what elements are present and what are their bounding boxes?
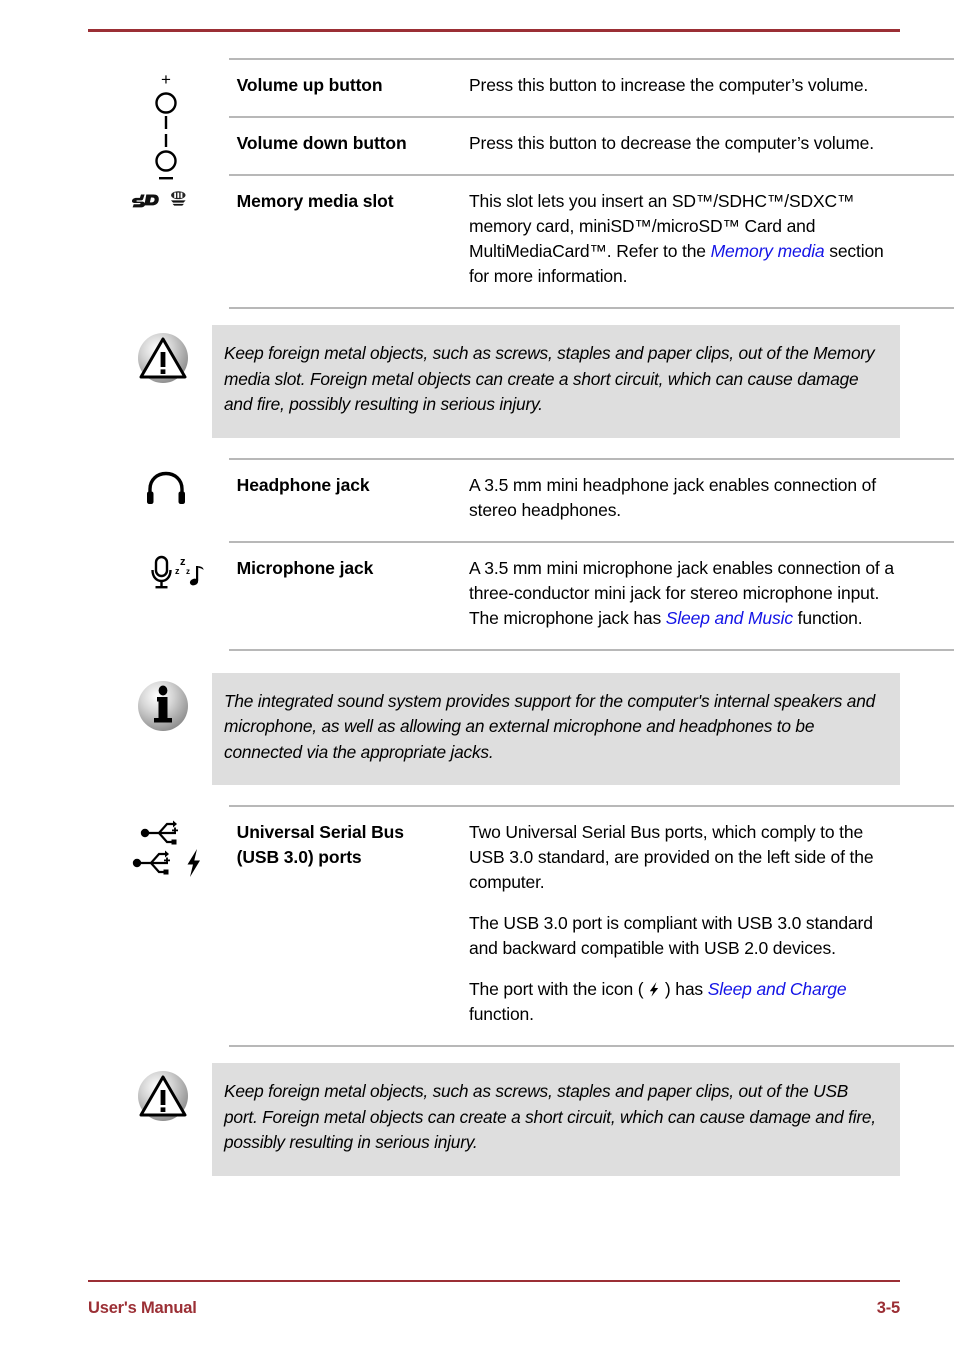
- desc-usb-p3-mid: ) has: [660, 979, 708, 999]
- warning-triangle-icon: [138, 1071, 188, 1121]
- term-volume-down: Volume down button: [236, 133, 407, 153]
- desc-memory-media-text: This slot lets you insert an SD™/SDHC™/S…: [469, 189, 897, 289]
- note-icon-col-3: [0, 1063, 212, 1123]
- desc-usb-p3-before: The port with the icon (: [469, 979, 649, 999]
- table-row-usb-ports: Universal Serial Bus (USB 3.0) ports Two…: [0, 805, 954, 1046]
- page-content: + Volume up button Press this button to …: [0, 58, 954, 1176]
- desc-microphone-p2-before: The microphone jack has: [469, 607, 666, 628]
- footer-rule: [88, 1280, 900, 1282]
- svg-text:+: +: [161, 70, 171, 89]
- term-cell-memory-media: Memory media slot: [228, 174, 470, 308]
- note-text-1: Keep foreign metal objects, such as scre…: [224, 343, 875, 414]
- memory-media-slot-icon: [121, 188, 211, 210]
- icon-cell-usb: [0, 806, 229, 1046]
- note-text-3: Keep foreign metal objects, such as scre…: [224, 1081, 876, 1152]
- desc-headphone-text: A 3.5 mm mini headphone jack enables con…: [469, 474, 876, 520]
- note-sound-system-info: The integrated sound system provides sup…: [0, 672, 954, 785]
- desc-cell-volume-up: Press this button to increase the comput…: [469, 58, 954, 117]
- table-row-volume-up: + Volume up button Press this button to …: [0, 58, 954, 129]
- desc-microphone-jack: A 3.5 mm mini microphone jack enables co…: [469, 543, 897, 649]
- note-text-2: The integrated sound system provides sup…: [224, 690, 876, 762]
- footer-manual-label: User's Manual: [88, 1299, 197, 1317]
- term-memory-media: Memory media slot: [236, 191, 394, 211]
- term-usb-line2: (USB 3.0) ports: [236, 847, 362, 867]
- table-row-microphone-jack: z z z Microphone jack A 3.5 mm mini micr…: [0, 540, 954, 650]
- table-row-volume-down: Volume down button Press this button to …: [0, 116, 954, 180]
- note-body-3: Keep foreign metal objects, such as scre…: [212, 1063, 900, 1176]
- desc-microphone-p1: A 3.5 mm mini microphone jack enables co…: [469, 557, 894, 603]
- manual-page: + Volume up button Press this button to …: [0, 0, 954, 1345]
- desc-usb-p2: The USB 3.0 port is compliant with USB 3…: [469, 913, 873, 958]
- desc-microphone-p2-after: function.: [792, 607, 863, 628]
- link-memory-media[interactable]: Memory media: [711, 241, 825, 261]
- term-usb-ports: Universal Serial Bus (USB 3.0) ports: [229, 807, 469, 888]
- warning-triangle-icon: [138, 333, 188, 383]
- desc-cell-microphone: A 3.5 mm mini microphone jack enables co…: [469, 540, 954, 650]
- inline-lightning-bolt-icon: [649, 982, 659, 997]
- desc-usb-p3-after: function.: [469, 1004, 534, 1024]
- desc-volume-up: Press this button to increase the comput…: [469, 60, 897, 116]
- icon-cell-headphone: [0, 459, 229, 542]
- icon-cell-microphone: z z z: [0, 542, 229, 650]
- table-row-memory-media: Memory media slot This slot lets you ins…: [0, 174, 954, 308]
- term-cell-volume-down: Volume down button: [228, 116, 470, 175]
- footer-page-number: 3-5: [876, 1299, 900, 1317]
- term-microphone-jack: Microphone jack: [236, 557, 374, 578]
- usb-icon-2: [132, 850, 170, 875]
- desc-cell-headphone: A 3.5 mm mini headphone jack enables con…: [469, 457, 954, 542]
- term-headphone-jack: Headphone jack: [236, 474, 370, 495]
- headphone-jack-icon: [121, 471, 211, 505]
- desc-cell-usb: Two Universal Serial Bus ports, which co…: [469, 805, 954, 1046]
- term-cell-volume-up: Volume up button: [228, 58, 470, 117]
- microphone-jack-icon: z z z: [133, 554, 223, 590]
- icon-cell-volume-down: [0, 117, 229, 180]
- spec-table-audio-jacks: Headphone jack A 3.5 mm mini headphone j…: [0, 457, 954, 653]
- note-icon-col-2: [0, 673, 212, 733]
- page-footer: User's Manual 3-5: [88, 1299, 900, 1318]
- usb-icon-1: [140, 820, 178, 845]
- desc-usb-p1: Two Universal Serial Bus ports, which co…: [469, 822, 874, 892]
- icon-cell-volume-up: +: [0, 59, 229, 129]
- spec-table-usb: Universal Serial Bus (USB 3.0) ports Two…: [0, 805, 954, 1049]
- table-row-headphone-jack: Headphone jack A 3.5 mm mini headphone j…: [0, 457, 954, 542]
- term-cell-usb: Universal Serial Bus (USB 3.0) ports: [228, 805, 470, 1046]
- icon-cell-memory-media: [0, 175, 229, 308]
- note-body-1: Keep foreign metal objects, such as scre…: [212, 325, 900, 438]
- note-usb-port-warning: Keep foreign metal objects, such as scre…: [0, 1063, 954, 1176]
- term-volume-up: Volume up button: [236, 75, 383, 95]
- lightning-bolt-icon: [187, 849, 200, 877]
- desc-cell-memory-media: This slot lets you insert an SD™/SDHC™/S…: [469, 174, 954, 308]
- desc-memory-media: This slot lets you insert an SD™/SDHC™/S…: [469, 176, 897, 307]
- spec-table-volume-memory: + Volume up button Press this button to …: [0, 58, 954, 311]
- usb-ports-icon: [125, 815, 215, 877]
- link-sleep-and-charge[interactable]: Sleep and Charge: [708, 979, 847, 999]
- note-memory-media-warning: Keep foreign metal objects, such as scre…: [0, 325, 954, 438]
- note-body-2: The integrated sound system provides sup…: [212, 672, 900, 785]
- header-rule: [88, 29, 900, 32]
- desc-cell-volume-down: Press this button to decrease the comput…: [469, 116, 954, 175]
- link-sleep-and-music[interactable]: Sleep and Music: [666, 608, 793, 628]
- desc-volume-up-text: Press this button to increase the comput…: [469, 75, 869, 95]
- term-cell-microphone: Microphone jack: [228, 540, 470, 650]
- information-icon: [138, 680, 188, 731]
- desc-microphone-p2: The microphone jack has Sleep and Music …: [469, 606, 897, 631]
- note-icon-col-1: [0, 325, 212, 385]
- desc-usb-ports: Two Universal Serial Bus ports, which co…: [469, 807, 897, 1045]
- desc-usb-p3: The port with the icon ( ) has Sleep and…: [469, 977, 897, 1027]
- desc-volume-down-text: Press this button to decrease the comput…: [469, 133, 874, 153]
- svg-text:z: z: [175, 566, 180, 576]
- desc-volume-down: Press this button to decrease the comput…: [469, 118, 897, 174]
- desc-headphone-jack: A 3.5 mm mini headphone jack enables con…: [469, 460, 897, 541]
- term-usb-line1: Universal Serial Bus: [236, 822, 404, 842]
- svg-text:z: z: [186, 567, 190, 576]
- term-cell-headphone: Headphone jack: [228, 457, 470, 542]
